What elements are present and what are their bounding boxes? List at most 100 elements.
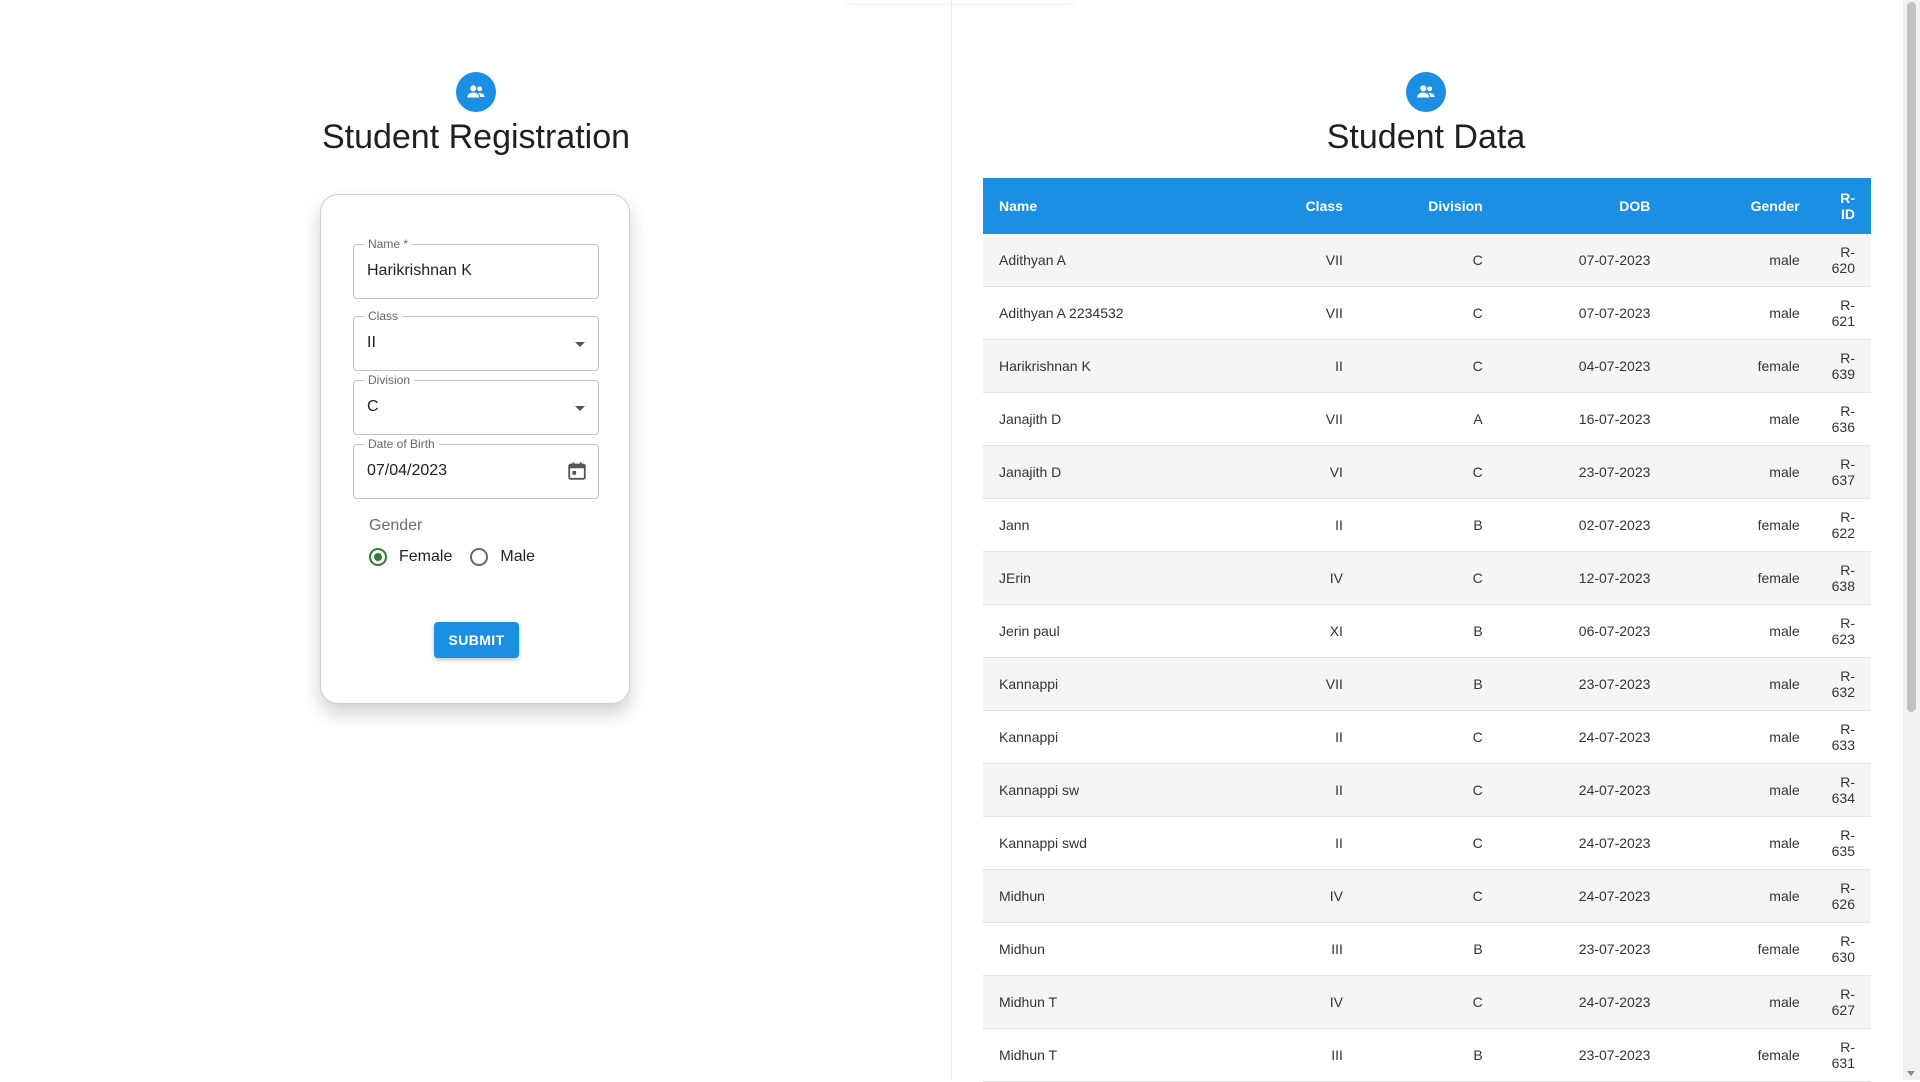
cell-dob: 16-07-2023 [1498, 392, 1667, 446]
cell-rid: R-637 [1815, 445, 1871, 499]
cell-class: IV [1239, 869, 1359, 923]
col-header-gender[interactable]: Gender [1666, 178, 1815, 234]
scroll-down-arrow-icon[interactable] [1907, 1071, 1915, 1076]
gender-male-label: Male [500, 548, 536, 565]
cell-rid: R-634 [1815, 763, 1871, 817]
caret-down-icon [575, 342, 585, 347]
cell-division: C [1358, 975, 1499, 1029]
people-icon [467, 85, 485, 98]
table-row[interactable]: Kannappi sw II C 24-07-2023 male R-634 [983, 763, 1871, 817]
cell-class: III [1239, 922, 1359, 976]
col-header-name[interactable]: Name [983, 178, 1239, 234]
table-row[interactable]: Midhun T IV C 24-07-2023 male R-627 [983, 975, 1871, 1029]
pane-divider [951, 0, 952, 1080]
cell-gender: male [1666, 763, 1816, 817]
table-row[interactable]: Harikrishnan K II C 04-07-2023 female R-639 [983, 339, 1871, 393]
table-row[interactable]: Kannappi swd II C 24-07-2023 male R-635 [983, 816, 1871, 870]
cell-class: IV [1239, 551, 1359, 605]
cell-name: Kannappi [983, 657, 1240, 711]
col-header-class[interactable]: Class [1239, 178, 1359, 234]
cell-gender: male [1666, 816, 1816, 870]
registration-avatar [456, 72, 496, 112]
dob-field[interactable]: Date of Birth 07/04/2023 [353, 437, 599, 499]
cell-rid: R-623 [1815, 604, 1871, 658]
cell-name: Kannappi [983, 710, 1240, 764]
table-row[interactable]: Adithyan A VII C 07-07-2023 male R-620 [983, 234, 1871, 287]
table-row[interactable]: Midhun IV C 24-07-2023 male R-626 [983, 869, 1871, 923]
cell-name: Adithyan A 2234532 [983, 286, 1240, 340]
cell-dob: 24-07-2023 [1498, 710, 1667, 764]
name-label: Name * [364, 237, 413, 251]
cell-division: B [1358, 657, 1499, 711]
submit-button[interactable]: SUBMIT [434, 622, 519, 658]
cell-gender: male [1666, 604, 1816, 658]
scrollbar-thumb[interactable] [1907, 2, 1916, 712]
col-header-rid[interactable]: R-ID [1816, 178, 1871, 234]
cell-class: II [1239, 498, 1359, 552]
cell-name: Jerin paul [983, 604, 1240, 658]
cell-gender: male [1666, 657, 1816, 711]
table-row[interactable]: JErin IV C 12-07-2023 female R-638 [983, 551, 1871, 605]
cell-division: C [1358, 551, 1499, 605]
cell-name: Kannappi sw [983, 763, 1240, 817]
cell-dob: 07-07-2023 [1498, 234, 1667, 287]
table-row[interactable]: Kannappi VII B 23-07-2023 male R-632 [983, 657, 1871, 711]
cell-rid: R-621 [1815, 286, 1871, 340]
page-scrollbar[interactable] [1903, 0, 1920, 1080]
cell-dob: 23-07-2023 [1498, 657, 1667, 711]
cell-gender: female [1666, 922, 1816, 976]
cell-dob: 07-07-2023 [1498, 286, 1667, 340]
cell-rid: R-630 [1815, 922, 1871, 976]
student-table: Name Class Division DOB Gender R-ID Adit… [983, 178, 1871, 1082]
cell-division: C [1358, 286, 1499, 340]
cell-dob: 24-07-2023 [1498, 975, 1667, 1029]
table-row[interactable]: Janajith D VI C 23-07-2023 male R-637 [983, 445, 1871, 499]
cell-class: II [1239, 339, 1359, 393]
gender-male-radio[interactable]: Male [470, 548, 535, 566]
cell-name: Janajith D [983, 392, 1240, 446]
registration-form: Name * Harikrishnan K Class II Division … [320, 194, 630, 704]
cell-division: C [1358, 869, 1499, 923]
cell-dob: 04-07-2023 [1498, 339, 1667, 393]
division-select[interactable]: Division C [353, 373, 599, 435]
cell-rid: R-636 [1815, 392, 1871, 446]
calendar-icon[interactable] [566, 460, 588, 482]
cell-class: VI [1239, 445, 1359, 499]
cell-rid: R-638 [1815, 551, 1871, 605]
table-row[interactable]: Kannappi II C 24-07-2023 male R-633 [983, 710, 1871, 764]
gender-female-radio[interactable]: Female [369, 548, 452, 566]
gender-radio-group: Female Male [369, 548, 553, 566]
col-header-dob[interactable]: DOB [1499, 178, 1667, 234]
table-row[interactable]: Midhun III B 23-07-2023 female R-630 [983, 922, 1871, 976]
people-icon [1417, 85, 1435, 98]
cell-rid: R-631 [1815, 1028, 1871, 1082]
class-value: II [367, 334, 376, 351]
table-header-row: Name Class Division DOB Gender R-ID [983, 178, 1871, 234]
name-value: Harikrishnan K [367, 262, 472, 279]
cell-name: Janajith D [983, 445, 1240, 499]
cell-class: III [1239, 1028, 1359, 1082]
cell-name: Harikrishnan K [983, 339, 1240, 393]
cell-gender: male [1666, 445, 1816, 499]
cell-gender: male [1666, 710, 1816, 764]
cell-name: Midhun [983, 922, 1240, 976]
cell-dob: 02-07-2023 [1498, 498, 1667, 552]
table-row[interactable]: Jerin paul XI B 06-07-2023 male R-623 [983, 604, 1871, 658]
cell-gender: male [1666, 975, 1816, 1029]
table-row[interactable]: Midhun T III B 23-07-2023 female R-631 [983, 1028, 1871, 1082]
table-row[interactable]: Janajith D VII A 16-07-2023 male R-636 [983, 392, 1871, 446]
class-select[interactable]: Class II [353, 309, 599, 371]
cell-division: A [1358, 392, 1499, 446]
cell-class: VII [1239, 392, 1359, 446]
cell-division: C [1358, 710, 1499, 764]
name-field[interactable]: Name * Harikrishnan K [353, 237, 599, 299]
table-row[interactable]: Jann II B 02-07-2023 female R-622 [983, 498, 1871, 552]
cell-class: VII [1239, 657, 1359, 711]
cell-class: IV [1239, 975, 1359, 1029]
cell-division: C [1358, 445, 1499, 499]
radio-checked-icon [369, 548, 387, 566]
cell-class: II [1239, 710, 1359, 764]
cell-rid: R-620 [1815, 234, 1871, 287]
col-header-division[interactable]: Division [1359, 178, 1499, 234]
table-row[interactable]: Adithyan A 2234532 VII C 07-07-2023 male R-62… [983, 286, 1871, 340]
